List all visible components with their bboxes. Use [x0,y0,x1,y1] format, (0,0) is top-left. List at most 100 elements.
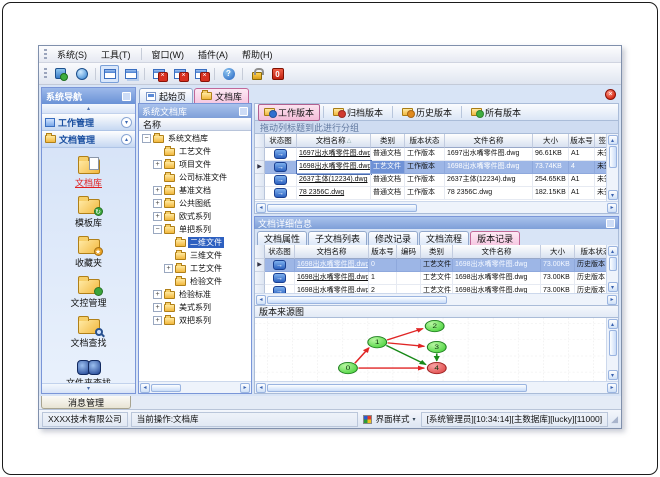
new-window-button[interactable] [100,64,119,83]
table-row[interactable]: → 1698出水嘴零件图.dwg 1 工艺文件 1698出水嘴零件图.dwg 73.00K… [255,272,606,285]
scroll-thumb[interactable] [608,257,617,271]
sidebar-item-文档查找[interactable]: 文档查找 [42,312,135,352]
tree-expander-icon[interactable]: + [153,199,162,208]
table-row[interactable]: ▶ → 1698出水嘴零件图.dwg 工艺文件 工作版本 1698出水嘴零件图.dwg 73… [255,160,606,175]
menu-window[interactable]: 窗口(W) [145,46,192,63]
button-历史版本[interactable]: 历史版本 [396,104,458,121]
sidebar-item-收藏夹[interactable]: ★ 收藏夹 [42,232,135,272]
tree-node-公共图纸[interactable]: + 公共图纸 [139,197,251,210]
tree-expander-icon[interactable]: + [153,186,162,195]
vertical-scrollbar[interactable]: ▴ ▾ [606,245,618,293]
horizontal-scrollbar[interactable]: ◂ ▸ [255,201,618,213]
tree-node-三维文件[interactable]: 三维文件 [139,249,251,262]
sidebar-scroll-down[interactable]: ▾ [42,383,135,393]
table-row[interactable]: → 78 2356C.dwg 普通文档 工作版本 78 2356C.dwg 182.15K… [255,187,606,200]
scroll-right-button[interactable]: ▸ [607,382,617,393]
column-header-类别[interactable]: 类别 [421,245,453,259]
sync-button[interactable] [51,65,70,83]
column-header-版本状态[interactable]: 版本状态 [405,134,445,148]
close-tab-button[interactable]: × [605,89,616,100]
sidebar-item-文档库[interactable]: 文档库 [42,152,135,192]
tree-node-工艺文件[interactable]: 工艺文件 [139,145,251,158]
cascade-windows-button[interactable] [121,65,140,83]
menu-system[interactable]: 系统(S) [50,46,94,63]
vertical-scrollbar[interactable]: ▴ ▾ [606,318,618,381]
column-header-版本号[interactable]: 版本号 [569,134,595,148]
table-row[interactable]: → 1698出水嘴零件图.dwg 2 工艺文件 1698出水嘴零件图.dwg 73.00K… [255,285,606,293]
tree-node-二维文件[interactable]: 二维文件 [139,236,251,249]
tree-expander-icon[interactable]: + [164,264,173,273]
scroll-thumb[interactable] [608,330,617,356]
toolbar-grip[interactable] [44,68,47,79]
sidebar-group-work[interactable]: 工作管理 ▾ [42,114,135,131]
scroll-up-button[interactable]: ▴ [607,135,618,145]
column-header-文件名称[interactable]: 文件名称 [445,134,533,148]
menu-plugins[interactable]: 插件(A) [191,46,235,63]
vertical-scrollbar[interactable]: ▴ ▾ [606,134,618,201]
close-window-button[interactable] [149,65,168,83]
tab-文档库[interactable]: 文档库 [194,88,250,103]
column-header-类别[interactable]: 类别 [371,134,405,148]
scroll-thumb[interactable] [608,146,617,168]
scroll-thumb[interactable] [267,383,527,392]
tab-子文档列表[interactable]: 子文档列表 [308,231,368,245]
tree-node-单把系列[interactable]: − 单把系列 [139,223,251,236]
sidebar-item-文控管理[interactable]: 文控管理 [42,272,135,312]
chevron-up-icon[interactable]: ▴ [121,133,132,145]
button-所有版本[interactable]: 所有版本 [465,104,527,121]
scroll-left-button[interactable]: ◂ [256,202,266,213]
scroll-up-button[interactable]: ▴ [607,246,618,256]
tab-起始页[interactable]: 起始页 [139,88,194,103]
column-header-大小[interactable]: 大小 [541,245,575,259]
tree-node-检验标准[interactable]: + 检验标准 [139,288,251,301]
horizontal-scrollbar[interactable]: ◂ ▸ [139,381,251,393]
table-row[interactable]: → 2637主体(12234).dwg 普通文档 工作版本 2637主体(12234).… [255,174,606,187]
column-header-状态图[interactable]: 状态图 [265,245,295,259]
scroll-left-button[interactable]: ◂ [256,294,266,305]
scroll-down-button[interactable]: ▾ [607,190,618,200]
globe-button[interactable] [72,65,91,83]
help-button[interactable] [219,65,238,83]
close-other-windows-button[interactable] [191,65,210,83]
pin-icon[interactable] [239,106,248,116]
tab-修改记录[interactable]: 修改记录 [368,231,419,245]
scroll-thumb[interactable] [267,295,447,304]
sidebar-scroll-up[interactable]: ▴ [42,104,135,114]
column-header-文档名称[interactable]: 文档名称 △ [297,134,371,148]
scroll-right-button[interactable]: ▸ [607,294,617,305]
scroll-down-button[interactable]: ▾ [607,282,618,292]
close-all-windows-button[interactable] [170,65,189,83]
button-工作版本[interactable]: 工作版本 [258,103,321,121]
table-row[interactable]: → 1697出水嘴零件图.dwg 普通文档 工作版本 1697出水嘴零件图.dwg 96.… [255,148,606,161]
sidebar-group-document[interactable]: 文档管理 ▴ [42,131,135,148]
tree-node-基准文档[interactable]: + 基准文档 [139,184,251,197]
resize-grip[interactable]: ◢ [611,414,618,424]
tab-文档属性[interactable]: 文档属性 [257,231,308,245]
scroll-thumb[interactable] [267,203,417,212]
tree-node-欧式系列[interactable]: + 欧式系列 [139,210,251,223]
scroll-thumb[interactable] [151,383,181,392]
horizontal-scrollbar[interactable]: ◂ ▸ [255,293,618,305]
tree-node-项目文件[interactable]: + 项目文件 [139,158,251,171]
column-header-版本号[interactable]: 版本号 [369,245,397,259]
tree-expander-icon[interactable]: − [142,134,151,143]
column-header-文件名称[interactable]: 文件名称 [453,245,541,259]
tab-message-management[interactable]: 消息管理 [41,396,131,409]
tab-版本记录[interactable]: 版本记录 [470,231,521,245]
tree-expander-icon[interactable]: + [153,303,162,312]
column-header-版本状态[interactable]: 版本状态 [575,245,606,259]
column-header-大小[interactable]: 大小 [533,134,569,148]
pin-icon[interactable] [122,91,131,101]
interface-style-dropdown[interactable]: 界面样式 ▾ [361,413,417,425]
tree-expander-icon[interactable]: + [153,290,162,299]
tree-expander-icon[interactable]: − [153,225,162,234]
tree-expander-icon[interactable]: + [153,212,162,221]
tree-node-系统文档库[interactable]: − 系统文档库 [139,132,251,145]
scroll-right-button[interactable]: ▸ [240,382,250,393]
table-row[interactable]: ▶ → 1698出水嘴零件图.dwg 0 工艺文件 1698出水嘴零件图.dwg 73.00… [255,259,606,272]
button-归档版本[interactable]: 归档版本 [327,104,389,121]
tree-node-美式系列[interactable]: + 美式系列 [139,301,251,314]
exit-button[interactable] [268,65,287,83]
menu-help[interactable]: 帮助(H) [235,46,280,63]
tree-node-工艺文件[interactable]: + 工艺文件 [139,262,251,275]
